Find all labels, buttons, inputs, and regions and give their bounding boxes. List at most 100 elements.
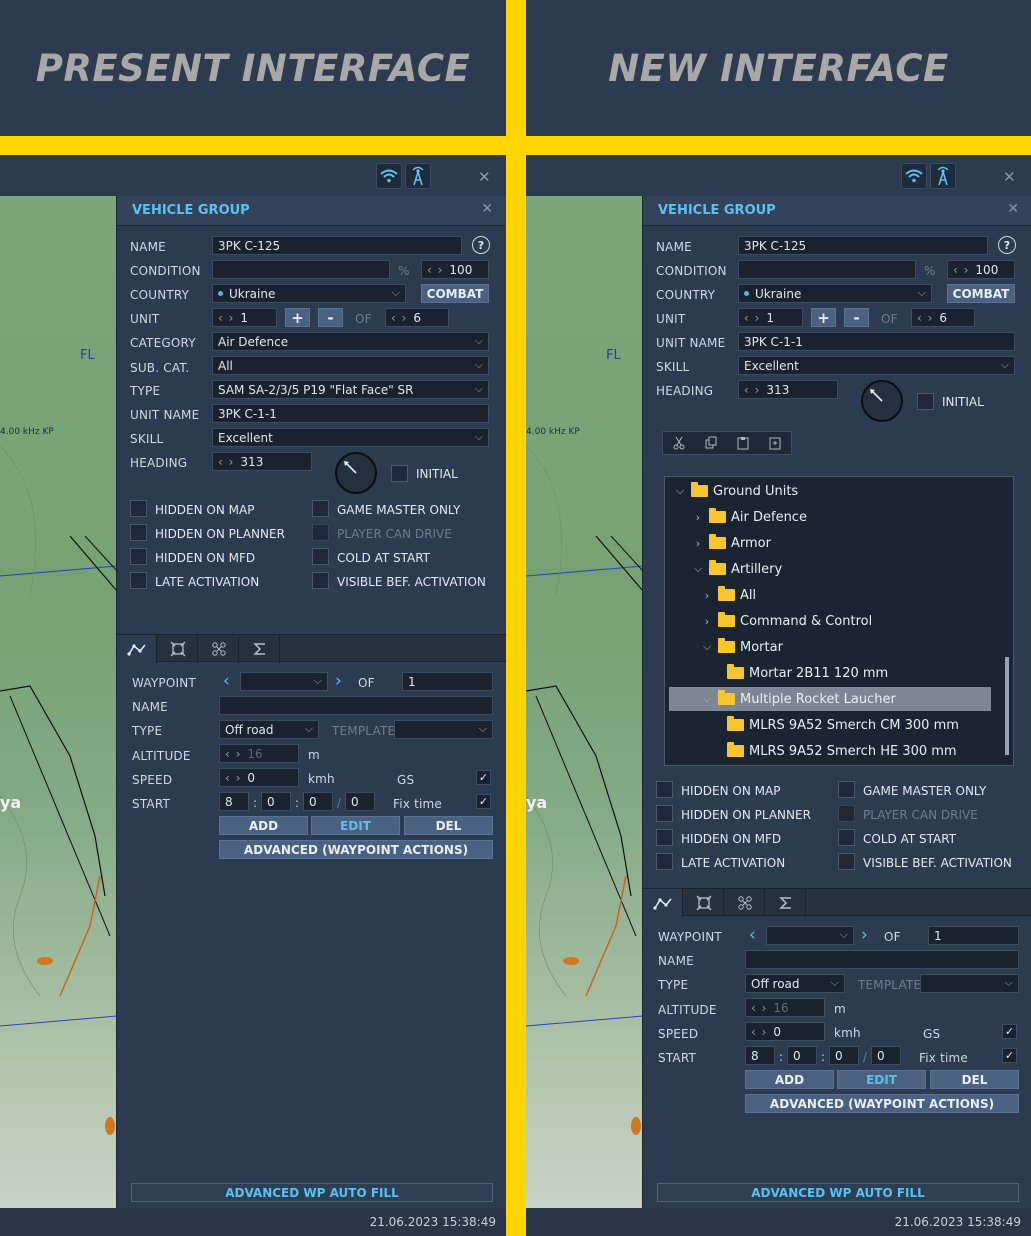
speed-stepper[interactable]: ‹ › 0 [219, 768, 299, 787]
cold-at-start-checkbox[interactable] [838, 829, 855, 846]
visible-before-activation-checkbox[interactable] [838, 853, 855, 870]
combat-button[interactable]: COMBAT [421, 284, 489, 303]
copy-icon[interactable] [695, 432, 727, 454]
edit-waypoint-button[interactable]: EDIT [837, 1070, 926, 1089]
advanced-wp-auto-fill-button[interactable]: ADVANCED WP AUTO FILL [657, 1183, 1019, 1202]
heading-dial[interactable] [861, 380, 903, 422]
cut-icon[interactable] [663, 432, 695, 454]
hidden-on-map-checkbox[interactable] [130, 500, 147, 517]
waypoint-next-icon[interactable]: › [861, 925, 868, 945]
tab-targets[interactable] [158, 635, 198, 663]
advanced-waypoint-actions-button[interactable]: ADVANCED (WAYPOINT ACTIONS) [745, 1094, 1019, 1113]
paste-special-icon[interactable] [759, 432, 791, 454]
chevron-down-icon[interactable]: ⌵ [691, 562, 705, 576]
tree-node-air-defence[interactable]: › Air Defence [691, 505, 807, 529]
start-minute-input[interactable]: 0 [303, 792, 333, 811]
start-second-input[interactable]: 0 [345, 792, 375, 811]
hidden-on-planner-checkbox[interactable] [656, 805, 673, 822]
subcat-select[interactable]: All ⌵ [212, 356, 489, 375]
fix-time-checkbox[interactable]: ✓ [476, 794, 491, 809]
unit-type-tree[interactable]: ⌵ Ground Units › Air Defence › Armor ⌵ Artil… [664, 476, 1014, 766]
initial-checkbox[interactable] [917, 393, 934, 410]
condition-input[interactable] [212, 260, 390, 279]
chevron-right-icon[interactable]: › [700, 615, 714, 628]
gs-checkbox[interactable]: ✓ [476, 770, 491, 785]
add-waypoint-button[interactable]: ADD [219, 816, 308, 835]
delete-waypoint-button[interactable]: DEL [930, 1070, 1019, 1089]
start-day-input[interactable]: 8 [745, 1046, 775, 1065]
unit-stepper[interactable]: ‹ › 1 [738, 308, 803, 327]
unit-plus-button[interactable]: + [285, 308, 310, 327]
hidden-on-mfd-checkbox[interactable] [656, 829, 673, 846]
late-activation-checkbox[interactable] [130, 572, 147, 589]
map-view[interactable]: FL 4.00 kHz KP ya [0, 196, 117, 1208]
chevron-right-icon[interactable]: › [691, 511, 705, 524]
waypoint-select[interactable]: ⌵ [766, 926, 854, 945]
game-master-only-checkbox[interactable] [838, 781, 855, 798]
waypoint-select[interactable]: ⌵ [240, 672, 328, 691]
add-waypoint-button[interactable]: ADD [745, 1070, 834, 1089]
unit-stepper[interactable]: ‹ › 1 [212, 308, 277, 327]
condition-input[interactable] [738, 260, 916, 279]
unit-minus-button[interactable]: - [844, 308, 869, 327]
start-hour-input[interactable]: 0 [261, 792, 291, 811]
template-select[interactable]: ⌵ [920, 974, 1019, 993]
heading-stepper[interactable]: ‹ › 313 [738, 380, 838, 399]
template-select[interactable]: ⌵ [394, 720, 493, 739]
start-minute-input[interactable]: 0 [829, 1046, 859, 1065]
name-input[interactable]: 3PK C-125 [738, 236, 988, 255]
unit-name-input[interactable]: 3PK C-1-1 [738, 332, 1015, 351]
unit-minus-button[interactable]: - [318, 308, 343, 327]
name-input[interactable]: 3PK C-125 [212, 236, 462, 255]
chevron-down-icon[interactable]: ⌵ [673, 484, 687, 498]
speed-stepper[interactable]: ‹ › 0 [745, 1022, 825, 1041]
start-hour-input[interactable]: 0 [787, 1046, 817, 1065]
close-icon[interactable]: ✕ [478, 168, 491, 186]
tab-group[interactable] [199, 635, 239, 663]
tree-node-all[interactable]: › All [700, 583, 756, 607]
skill-select[interactable]: Excellent ⌵ [738, 356, 1015, 375]
edit-waypoint-button[interactable]: EDIT [311, 816, 400, 835]
visible-before-activation-checkbox[interactable] [312, 572, 329, 589]
fix-time-checkbox[interactable]: ✓ [1002, 1048, 1017, 1063]
gs-checkbox[interactable]: ✓ [1002, 1024, 1017, 1039]
hidden-on-planner-checkbox[interactable] [130, 524, 147, 541]
skill-select[interactable]: Excellent ⌵ [212, 428, 489, 447]
heading-dial[interactable] [335, 452, 377, 494]
category-select[interactable]: Air Defence ⌵ [212, 332, 489, 351]
panel-close-icon[interactable]: ✕ [1007, 201, 1019, 217]
tree-node-command-control[interactable]: › Command & Control [700, 609, 872, 633]
hidden-on-mfd-checkbox[interactable] [130, 548, 147, 565]
panel-close-icon[interactable]: ✕ [481, 201, 493, 217]
tab-route[interactable] [117, 635, 157, 663]
condition-stepper[interactable]: ‹ › 100 [947, 260, 1015, 279]
late-activation-checkbox[interactable] [656, 853, 673, 870]
unit-total-stepper[interactable]: ‹ › 6 [385, 308, 449, 327]
tree-node-ground-units[interactable]: ⌵ Ground Units [673, 479, 798, 503]
player-can-drive-checkbox[interactable] [312, 524, 329, 541]
map-view[interactable]: FL 4.00 kHz KP ya [526, 196, 643, 1208]
condition-stepper[interactable]: ‹ › 100 [421, 260, 489, 279]
altitude-stepper[interactable]: ‹ › 16 [219, 744, 299, 763]
unit-name-input[interactable]: 3PK C-1-1 [212, 404, 489, 423]
start-day-input[interactable]: 8 [219, 792, 249, 811]
wp-type-select[interactable]: Off road ⌵ [745, 974, 845, 993]
unit-plus-button[interactable]: + [811, 308, 836, 327]
game-master-only-checkbox[interactable] [312, 500, 329, 517]
tab-targets[interactable] [684, 889, 724, 917]
wifi-icon[interactable] [376, 163, 402, 189]
tree-node-armor[interactable]: › Armor [691, 531, 771, 555]
tree-node-mlrs-cm[interactable]: MLRS 9A52 Smerch CM 300 mm [727, 713, 959, 737]
player-can-drive-checkbox[interactable] [838, 805, 855, 822]
waypoint-prev-icon[interactable]: ‹ [223, 671, 230, 691]
chevron-down-icon[interactable]: ⌵ [700, 692, 714, 706]
chevron-right-icon[interactable]: › [691, 537, 705, 550]
combat-button[interactable]: COMBAT [947, 284, 1015, 303]
advanced-wp-auto-fill-button[interactable]: ADVANCED WP AUTO FILL [131, 1183, 493, 1202]
type-select[interactable]: SAM SA-2/3/5 P19 "Flat Face" SR ⌵ [212, 380, 489, 399]
tab-group[interactable] [725, 889, 765, 917]
initial-checkbox[interactable] [391, 465, 408, 482]
cold-at-start-checkbox[interactable] [312, 548, 329, 565]
help-icon[interactable]: ? [998, 236, 1016, 254]
help-icon[interactable]: ? [472, 236, 490, 254]
